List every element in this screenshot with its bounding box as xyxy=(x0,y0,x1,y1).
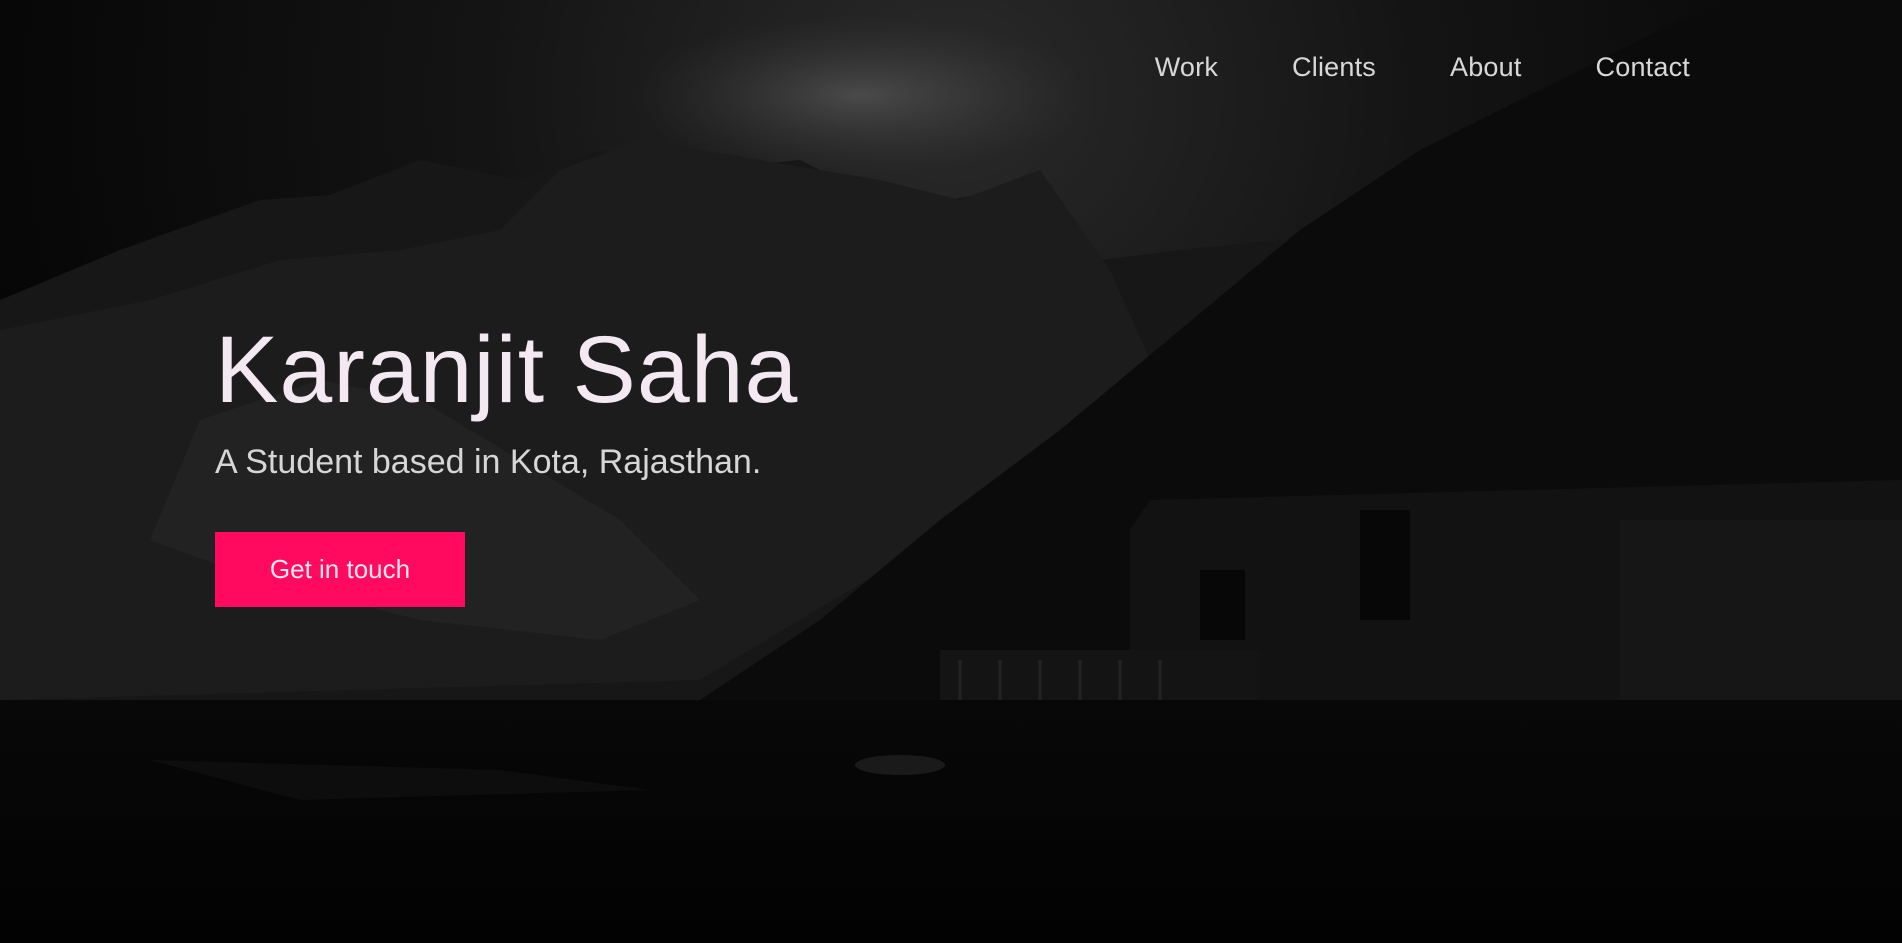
nav-link-work[interactable]: Work xyxy=(1155,52,1218,83)
nav-link-clients[interactable]: Clients xyxy=(1292,52,1376,83)
hero-title: Karanjit Saha xyxy=(215,317,799,423)
get-in-touch-button[interactable]: Get in touch xyxy=(215,531,465,607)
hero-content: Karanjit Saha A Student based in Kota, R… xyxy=(215,318,798,607)
nav-link-contact[interactable]: Contact xyxy=(1596,52,1690,83)
hero-section: Work Clients About Contact Karanjit Saha… xyxy=(0,0,1902,943)
top-navigation: Work Clients About Contact xyxy=(1155,52,1690,83)
hero-subtitle: A Student based in Kota, Rajasthan. xyxy=(215,442,762,481)
nav-link-about[interactable]: About xyxy=(1450,52,1522,83)
